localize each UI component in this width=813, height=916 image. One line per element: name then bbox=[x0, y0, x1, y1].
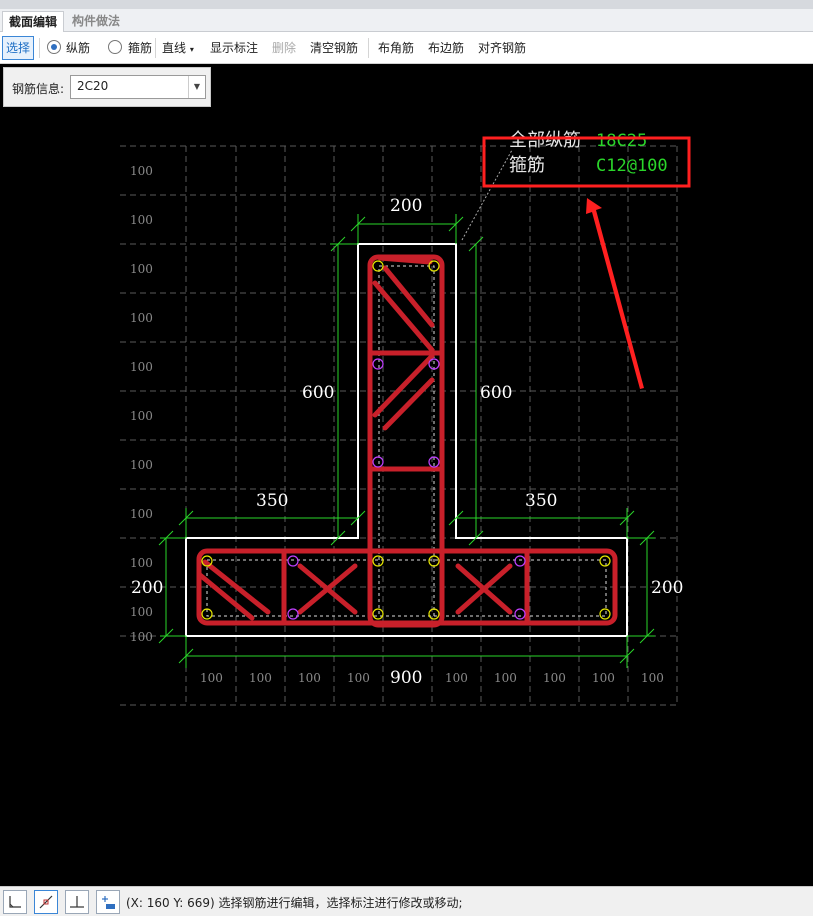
corner-rebar-button[interactable]: 布角筋 bbox=[378, 39, 414, 57]
rebar-info-value: 2C20 bbox=[77, 79, 109, 93]
grid-label: 100 bbox=[130, 507, 153, 521]
snap-line-icon[interactable] bbox=[34, 890, 58, 914]
select-button[interactable]: 选择 bbox=[2, 36, 34, 60]
window-top-strip bbox=[0, 0, 813, 9]
perpendicular-icon[interactable] bbox=[65, 890, 89, 914]
status-text: (X: 160 Y: 669) 选择钢筋进行编辑，选择标注进行修改或移动; bbox=[126, 894, 463, 911]
chevron-down-icon[interactable]: ▼ bbox=[188, 76, 205, 98]
rebar-info-combo[interactable]: 2C20 ▼ bbox=[70, 75, 206, 99]
dim-total-width: 900 bbox=[390, 668, 422, 688]
dim-web-height-left: 600 bbox=[302, 383, 334, 403]
align-rebar-button[interactable]: 对齐钢筋 bbox=[478, 39, 526, 57]
grid-label: 100 bbox=[130, 360, 153, 374]
summary-all-longitudinal-label: 全部纵筋 bbox=[509, 130, 581, 151]
tab-bar: 截面编辑 构件做法 bbox=[0, 9, 813, 32]
stirrup-radio[interactable] bbox=[108, 40, 122, 54]
grid-label: 100 bbox=[298, 671, 321, 685]
tab-section-edit[interactable]: 截面编辑 bbox=[2, 11, 65, 32]
chevron-down-icon: ▾ bbox=[189, 45, 194, 54]
stirrups[interactable] bbox=[196, 254, 618, 628]
status-bar: (X: 160 Y: 669) 选择钢筋进行编辑，选择标注进行修改或移动; bbox=[0, 886, 813, 916]
grid-label: 100 bbox=[130, 311, 153, 325]
dim-flange-right: 350 bbox=[525, 491, 557, 511]
dimension-tool-icon[interactable] bbox=[96, 890, 120, 914]
line-label: 直线 bbox=[162, 41, 187, 55]
drawing-canvas[interactable]: 100 100 100 100 100 100 100 100 100 100 … bbox=[0, 110, 813, 886]
grid-label: 100 bbox=[494, 671, 517, 685]
rebar-info-label: 钢筋信息: bbox=[12, 82, 65, 96]
dim-flange-height-right: 200 bbox=[651, 578, 683, 598]
grid-label: 100 bbox=[543, 671, 566, 685]
dim-web-width: 200 bbox=[390, 196, 422, 216]
grid-label: 100 bbox=[249, 671, 272, 685]
dim-web-height-right: 600 bbox=[480, 383, 512, 403]
grid-label: 100 bbox=[200, 671, 223, 685]
delete-button[interactable]: 删除 bbox=[272, 39, 296, 57]
toolbar: 选择 纵筋 箍筋 直线 ▾ 显示标注 删除 清空钢筋 布角筋 布边筋 对齐钢筋 bbox=[0, 32, 813, 64]
status-coords: (X: 160 Y: 669) bbox=[126, 896, 215, 910]
status-message: 选择钢筋进行编辑，选择标注进行修改或移动; bbox=[218, 896, 463, 910]
grid-label: 100 bbox=[130, 458, 153, 472]
ortho-icon[interactable] bbox=[3, 890, 27, 914]
grid-label: 100 bbox=[641, 671, 664, 685]
grid-label: 100 bbox=[130, 213, 153, 227]
grid-label: 100 bbox=[445, 671, 468, 685]
grid-label: 100 bbox=[130, 409, 153, 423]
toolbar-separator bbox=[155, 38, 156, 58]
show-dims-button[interactable]: 显示标注 bbox=[210, 39, 258, 57]
summary-stirrup-label: 箍筋 bbox=[509, 155, 545, 176]
grid-label: 100 bbox=[130, 630, 153, 644]
grid-labels: 100 100 100 100 100 100 100 100 100 100 … bbox=[130, 164, 664, 685]
grid-label: 100 bbox=[347, 671, 370, 685]
toolbar-separator bbox=[39, 38, 40, 58]
summary-all-longitudinal-value: 18C25 bbox=[596, 131, 647, 151]
grid-label: 100 bbox=[592, 671, 615, 685]
tab-component-method[interactable]: 构件做法 bbox=[66, 11, 126, 31]
stirrup-label[interactable]: 箍筋 bbox=[128, 39, 152, 57]
grid-label: 100 bbox=[130, 262, 153, 276]
summary-stirrup-value: C12@100 bbox=[596, 156, 668, 176]
line-dropdown[interactable]: 直线 ▾ bbox=[162, 39, 194, 57]
clear-rebar-button[interactable]: 清空钢筋 bbox=[310, 39, 358, 57]
grid-label: 100 bbox=[130, 164, 153, 178]
grid-label: 100 bbox=[130, 556, 153, 570]
longitudinal-label[interactable]: 纵筋 bbox=[66, 39, 90, 57]
rebar-info-panel: 钢筋信息: 2C20 ▼ bbox=[3, 67, 211, 107]
longitudinal-radio[interactable] bbox=[47, 40, 61, 54]
dim-flange-left: 350 bbox=[256, 491, 288, 511]
grid-label: 100 bbox=[130, 605, 153, 619]
edge-rebar-button[interactable]: 布边筋 bbox=[428, 39, 464, 57]
toolbar-separator bbox=[368, 38, 369, 58]
dim-flange-height-left: 200 bbox=[131, 578, 163, 598]
